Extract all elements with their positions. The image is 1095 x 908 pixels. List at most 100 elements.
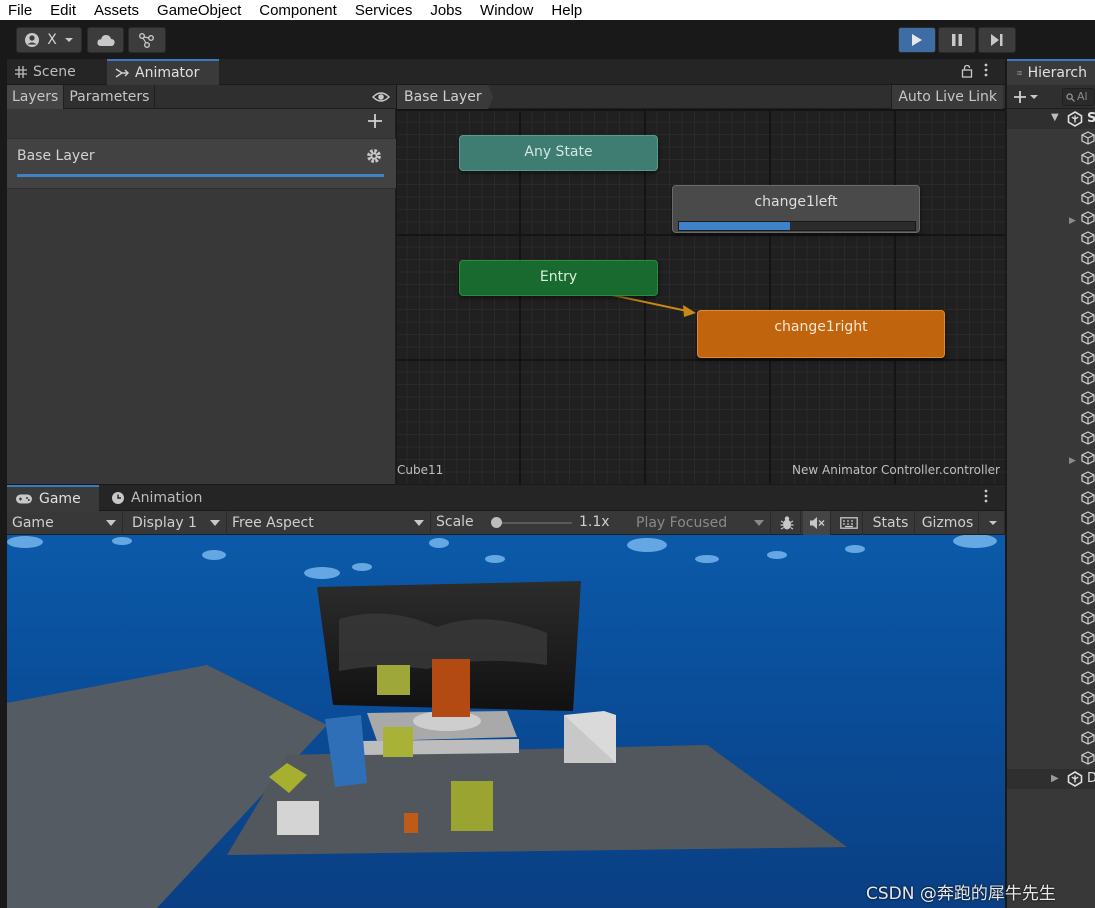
animator-tab-bar: Scene Animator: [7, 59, 1005, 85]
scale-slider-thumb[interactable]: [491, 517, 502, 528]
menu-gameobject[interactable]: GameObject: [157, 2, 241, 19]
tab-scene-label: Scene: [33, 64, 76, 80]
hierarchy-gameobject-row[interactable]: [1081, 611, 1095, 631]
step-button[interactable]: [978, 27, 1016, 53]
hierarchy-gameobject-row[interactable]: [1081, 651, 1095, 671]
tab-animator-label: Animator: [135, 65, 200, 81]
tab-animator[interactable]: Animator: [107, 59, 219, 85]
cube-icon: [1081, 451, 1095, 465]
hierarchy-gameobject-row[interactable]: [1081, 311, 1095, 331]
hierarchy-gameobject-row[interactable]: [1081, 751, 1095, 771]
cube-icon: [1081, 391, 1095, 405]
tab-animation[interactable]: Animation: [103, 485, 215, 511]
cube-icon: [1081, 691, 1095, 705]
chevron-down-icon: [64, 38, 73, 42]
hierarchy-gameobject-row[interactable]: [1081, 491, 1095, 511]
state-any-state[interactable]: Any State: [459, 135, 658, 171]
menu-assets[interactable]: Assets: [94, 2, 139, 19]
lock-icon[interactable]: [961, 64, 973, 78]
scale-value: 1.1x: [579, 514, 610, 530]
game-scene-render: [7, 535, 997, 908]
state-change1left[interactable]: change1left: [672, 185, 920, 233]
hierarchy-gameobject-row[interactable]: [1081, 411, 1095, 431]
tab-scene[interactable]: Scene: [7, 59, 105, 85]
game-viewport[interactable]: [7, 535, 1005, 908]
tab-game[interactable]: Game: [7, 485, 99, 511]
play-icon: [912, 34, 922, 46]
expand-arrow-icon[interactable]: ▶: [1069, 216, 1079, 226]
hierarchy-gameobject-row[interactable]: [1081, 471, 1095, 491]
hierarchy-gameobject-row[interactable]: [1081, 331, 1095, 351]
hierarchy-gameobject-row[interactable]: [1081, 451, 1095, 471]
display-dropdown[interactable]: Display 1: [127, 511, 227, 535]
hierarchy-gameobject-row[interactable]: [1081, 431, 1095, 451]
hierarchy-scene-row-2[interactable]: ▶ D: [1007, 769, 1095, 789]
hierarchy-gameobject-row[interactable]: [1081, 531, 1095, 551]
hierarchy-gameobject-row[interactable]: [1081, 171, 1095, 191]
hierarchy-gameobject-row[interactable]: [1081, 511, 1095, 531]
menu-services[interactable]: Services: [355, 2, 413, 19]
state-change1right[interactable]: change1right: [697, 310, 945, 358]
hierarchy-gameobject-row[interactable]: [1081, 291, 1095, 311]
menu-window[interactable]: Window: [480, 2, 533, 19]
hierarchy-gameobject-row[interactable]: [1081, 131, 1095, 151]
hierarchy-gameobject-row[interactable]: [1081, 391, 1095, 411]
hierarchy-add-button[interactable]: [1013, 88, 1045, 106]
state-progress-bar: [678, 221, 916, 231]
tab-parameters[interactable]: Parameters: [64, 85, 156, 109]
pause-button[interactable]: [938, 27, 976, 53]
hierarchy-gameobject-row[interactable]: [1081, 151, 1095, 171]
shortcuts-button[interactable]: [835, 511, 863, 535]
hierarchy-gameobject-row[interactable]: [1081, 191, 1095, 211]
cube-icon: [1081, 371, 1095, 385]
menu-help[interactable]: Help: [551, 2, 582, 19]
hierarchy-gameobject-row[interactable]: [1081, 371, 1095, 391]
tab-layers[interactable]: Layers: [7, 85, 65, 109]
hierarchy-search-input[interactable]: Al: [1062, 88, 1095, 106]
aspect-dropdown[interactable]: Free Aspect: [227, 511, 431, 535]
gizmos-dropdown[interactable]: [981, 511, 1005, 535]
play-focused-dropdown[interactable]: Play Focused: [631, 511, 771, 535]
eye-icon[interactable]: [372, 89, 390, 105]
debug-button[interactable]: [773, 511, 801, 535]
scale-slider-track[interactable]: [492, 522, 572, 524]
hierarchy-gameobject-row[interactable]: [1081, 711, 1095, 731]
menu-jobs[interactable]: Jobs: [430, 2, 462, 19]
menu-file[interactable]: File: [8, 2, 32, 19]
hierarchy-gameobject-row[interactable]: [1081, 211, 1095, 231]
game-view-dropdown[interactable]: Game: [7, 511, 123, 535]
hierarchy-scene-row[interactable]: ▼ S: [1007, 109, 1095, 129]
hierarchy-gameobject-row[interactable]: [1081, 551, 1095, 571]
tab-hierarchy[interactable]: Hierarch: [1007, 59, 1095, 85]
layer-row-base[interactable]: Base Layer: [7, 138, 396, 189]
hierarchy-gameobject-row[interactable]: [1081, 351, 1095, 371]
gizmos-button[interactable]: Gizmos: [917, 511, 979, 535]
mute-audio-button[interactable]: [803, 511, 831, 535]
hierarchy-gameobject-row[interactable]: [1081, 591, 1095, 611]
play-button[interactable]: [898, 27, 936, 53]
stats-button[interactable]: Stats: [867, 511, 915, 535]
auto-live-link-button[interactable]: Auto Live Link: [891, 85, 1003, 109]
hierarchy-gameobject-row[interactable]: [1081, 731, 1095, 751]
menu-edit[interactable]: Edit: [50, 2, 76, 19]
cloud-button[interactable]: [87, 27, 124, 53]
cube-icon: [1081, 311, 1095, 325]
hierarchy-gameobject-row[interactable]: [1081, 691, 1095, 711]
more-options-icon[interactable]: [983, 488, 989, 504]
more-options-icon[interactable]: [983, 62, 989, 78]
state-entry[interactable]: Entry: [459, 260, 658, 296]
breadcrumb[interactable]: Base Layer: [397, 85, 494, 109]
animator-graph[interactable]: Base Layer Auto Live Link Any State Entr…: [397, 85, 1005, 484]
hierarchy-gameobject-row[interactable]: [1081, 571, 1095, 591]
hierarchy-gameobject-row[interactable]: [1081, 631, 1095, 651]
gear-icon[interactable]: [365, 147, 383, 165]
hierarchy-gameobject-row[interactable]: [1081, 671, 1095, 691]
menu-component[interactable]: Component: [259, 2, 337, 19]
hierarchy-gameobject-row[interactable]: [1081, 251, 1095, 271]
add-layer-icon[interactable]: [367, 113, 383, 129]
collab-button[interactable]: [128, 27, 166, 53]
account-dropdown[interactable]: X: [16, 27, 82, 53]
hierarchy-gameobject-row[interactable]: [1081, 231, 1095, 251]
hierarchy-gameobject-row[interactable]: [1081, 271, 1095, 291]
expand-arrow-icon[interactable]: ▶: [1069, 456, 1079, 466]
